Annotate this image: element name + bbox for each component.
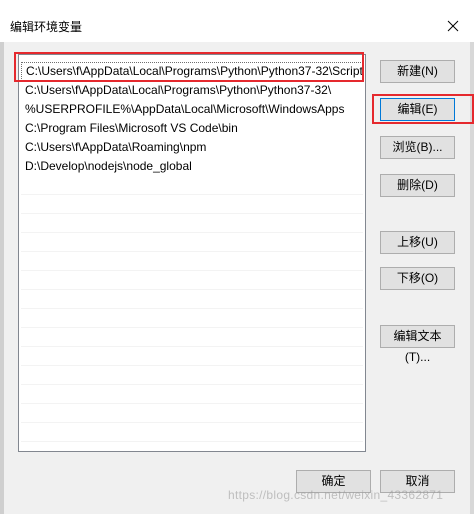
empty-list-row[interactable]: [21, 404, 363, 423]
move-up-button[interactable]: 上移(U): [380, 231, 455, 254]
window-title: 编辑环境变量: [10, 20, 83, 34]
ok-button[interactable]: 确定: [296, 470, 371, 493]
cancel-button[interactable]: 取消: [380, 470, 455, 493]
path-list[interactable]: C:\Users\f\AppData\Local\Programs\Python…: [18, 54, 366, 452]
edit-button[interactable]: 编辑(E): [380, 98, 455, 121]
left-window-edge: [0, 42, 4, 514]
empty-list-row[interactable]: [21, 328, 363, 347]
empty-list-row[interactable]: [21, 176, 363, 195]
right-window-edge: [470, 42, 474, 514]
empty-list-row[interactable]: [21, 195, 363, 214]
path-list-item[interactable]: C:\Users\f\AppData\Local\Programs\Python…: [21, 81, 363, 100]
path-list-item[interactable]: C:\Program Files\Microsoft VS Code\bin: [21, 119, 363, 138]
empty-list-row[interactable]: [21, 214, 363, 233]
empty-list-row[interactable]: [21, 423, 363, 442]
empty-list-row[interactable]: [21, 271, 363, 290]
empty-list-row[interactable]: [21, 252, 363, 271]
close-button[interactable]: [432, 10, 474, 42]
move-down-button[interactable]: 下移(O): [380, 267, 455, 290]
delete-button[interactable]: 删除(D): [380, 174, 455, 197]
edit-text-button[interactable]: 编辑文本(T)...: [380, 325, 455, 364]
path-list-item[interactable]: C:\Users\f\AppData\Roaming\npm: [21, 138, 363, 157]
browse-button[interactable]: 浏览(B)...: [380, 136, 455, 159]
path-list-item[interactable]: %USERPROFILE%\AppData\Local\Microsoft\Wi…: [21, 100, 363, 119]
edit-env-variable-dialog: 编辑环境变量 C:\Users\f\AppData\Local\Programs…: [0, 0, 474, 514]
empty-list-row[interactable]: [21, 290, 363, 309]
path-list-item[interactable]: C:\Users\f\AppData\Local\Programs\Python…: [21, 62, 363, 81]
empty-list-row[interactable]: [21, 385, 363, 404]
close-icon: [447, 20, 459, 32]
title-bar[interactable]: 编辑环境变量: [0, 0, 474, 42]
empty-list-row[interactable]: [21, 233, 363, 252]
new-button[interactable]: 新建(N): [380, 60, 455, 83]
empty-list-row[interactable]: [21, 366, 363, 385]
path-list-item[interactable]: D:\Develop\nodejs\node_global: [21, 157, 363, 176]
empty-list-row[interactable]: [21, 347, 363, 366]
empty-list-row[interactable]: [21, 309, 363, 328]
